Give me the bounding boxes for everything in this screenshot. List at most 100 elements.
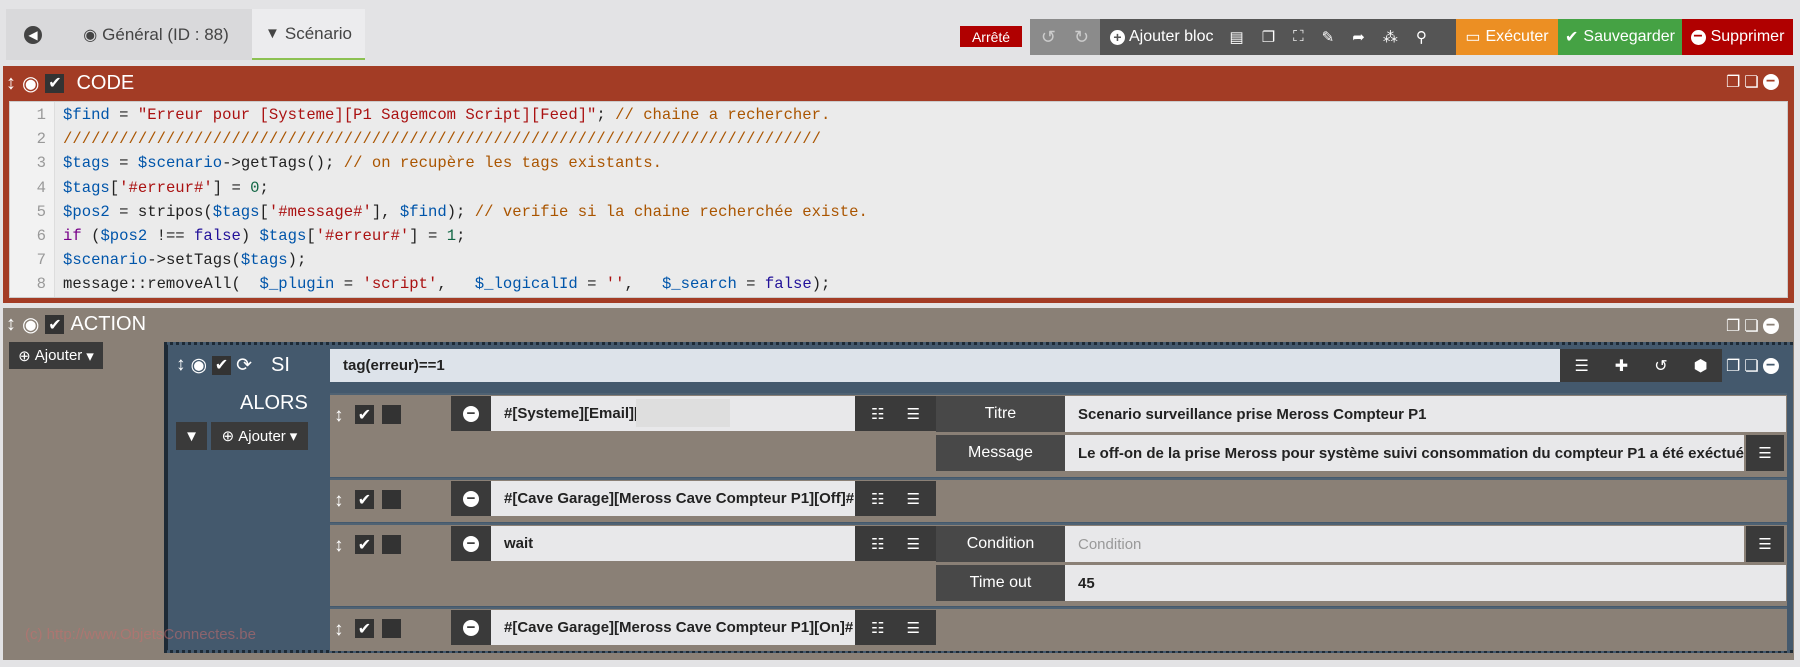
remove-icon[interactable]: −: [1762, 73, 1779, 90]
add-action-dropdown[interactable]: ⊕ Ajouter ▾: [9, 342, 103, 369]
code-line: 2 ///////////////////////////////////////…: [10, 128, 1787, 150]
eye-icon[interactable]: ◉: [191, 354, 208, 377]
move-icon[interactable]: ↕: [334, 405, 344, 427]
copy-icon[interactable]: ❐: [1726, 316, 1740, 336]
paste-icon[interactable]: ❏: [1744, 72, 1758, 92]
edit-toolbar: + Ajouter bloc ▤ ❐ ⛶ ✎ ➦ ⁂ ⚲: [1100, 19, 1456, 55]
dashboard-icon: ◉: [83, 26, 98, 44]
redo-icon[interactable]: ↻: [1074, 27, 1089, 48]
expression-button[interactable]: ☰: [1746, 435, 1784, 471]
undo-icon[interactable]: ↺: [1041, 27, 1056, 48]
puzzle-icon[interactable]: ✚: [1615, 356, 1628, 376]
tasks-icon[interactable]: ☷: [871, 619, 884, 637]
delete-button[interactable]: − Supprimer: [1682, 19, 1793, 55]
paste-icon[interactable]: ❏: [1744, 316, 1758, 336]
code-token: ,: [437, 275, 475, 294]
enable-checkbox[interactable]: ✔: [355, 619, 374, 638]
back-button[interactable]: ◀: [6, 9, 60, 60]
add-then-dropdown[interactable]: ⊕ Ajouter ▾: [211, 422, 308, 450]
line-number: 7: [36, 251, 46, 270]
copy-icon[interactable]: ❐: [1262, 28, 1275, 46]
paste-icon[interactable]: ❏: [1744, 356, 1758, 376]
add-block-button[interactable]: + Ajouter bloc: [1110, 28, 1214, 46]
condition-input[interactable]: tag(erreur)==1: [330, 349, 1560, 382]
code-token: ;: [456, 227, 466, 245]
caret-down-icon: ▾: [86, 347, 94, 365]
expand-icon[interactable]: ⛶: [1293, 28, 1304, 46]
plus-circle-icon: ⊕: [221, 428, 235, 445]
copy-icon[interactable]: ❐: [1726, 356, 1740, 376]
remove-icon[interactable]: −: [1762, 317, 1779, 334]
edit-icon[interactable]: ✎: [1322, 28, 1335, 46]
list-icon[interactable]: ☰: [907, 490, 920, 508]
code-token: = stripos(: [109, 202, 213, 221]
tasks-icon[interactable]: ☷: [871, 405, 884, 423]
parallel-checkbox[interactable]: [382, 405, 401, 424]
action-command-input[interactable]: wait: [491, 526, 855, 561]
remove-action-button[interactable]: −: [451, 526, 491, 561]
remove-action-button[interactable]: −: [451, 396, 491, 431]
action-command-input[interactable]: #[Cave Garage][Meross Cave Compteur P1][…: [491, 610, 855, 645]
enable-checkbox[interactable]: ✔: [45, 315, 65, 334]
history-icon[interactable]: ↺: [1654, 356, 1667, 376]
copy-icon[interactable]: ❐: [1726, 72, 1740, 92]
tasks-icon[interactable]: ☷: [871, 490, 884, 508]
file-icon[interactable]: ▤: [1230, 28, 1244, 46]
move-icon[interactable]: ↕: [176, 354, 186, 376]
action-command-input[interactable]: #[Cave Garage][Meross Cave Compteur P1][…: [491, 481, 855, 516]
code-token: false: [764, 275, 812, 294]
field-input[interactable]: Le off-on de la prise Meross pour systèm…: [1065, 435, 1744, 471]
move-icon[interactable]: ↕: [6, 72, 16, 95]
tasks-icon[interactable]: ☷: [871, 535, 884, 553]
gamepad-icon: ▭: [1465, 29, 1481, 46]
move-icon[interactable]: ↕: [334, 619, 344, 641]
code-editor[interactable]: 1 $find = "Erreur pour [Systeme][P1 Sagem…: [9, 101, 1788, 298]
parallel-checkbox[interactable]: [382, 619, 401, 638]
enable-checkbox[interactable]: ✔: [355, 405, 374, 424]
execute-button[interactable]: ▭ Exécuter: [1456, 19, 1558, 55]
code-token: $tags: [259, 227, 307, 245]
enable-checkbox[interactable]: ✔: [212, 355, 232, 375]
field-input[interactable]: Scenario surveillance prise Meross Compt…: [1065, 396, 1786, 432]
refresh-icon[interactable]: ⟳: [236, 354, 252, 377]
parallel-checkbox[interactable]: [382, 535, 401, 554]
remove-action-button[interactable]: −: [451, 481, 491, 516]
share-icon[interactable]: ➦: [1352, 28, 1365, 46]
remove-action-button[interactable]: −: [451, 610, 491, 645]
list-icon[interactable]: ☰: [1574, 356, 1588, 376]
eye-icon[interactable]: ◉: [22, 312, 39, 337]
eye-icon[interactable]: ◉: [22, 71, 39, 96]
collapse-button[interactable]: ▼: [176, 422, 207, 450]
enable-checkbox[interactable]: ✔: [45, 73, 65, 93]
move-icon[interactable]: ↕: [6, 313, 16, 336]
cubes-icon[interactable]: ⁂: [1383, 28, 1398, 46]
action-tools: ☷ ☰: [855, 396, 936, 431]
move-icon[interactable]: ↕: [334, 490, 344, 512]
cube-icon[interactable]: ⬢: [1694, 356, 1708, 376]
expression-button[interactable]: ☰: [1746, 526, 1784, 562]
enable-checkbox[interactable]: ✔: [355, 490, 374, 509]
list-icon[interactable]: ☰: [907, 619, 920, 637]
list-icon[interactable]: ☰: [907, 535, 920, 553]
field-label: Time out: [936, 565, 1065, 601]
code-token: '#erreur#': [119, 178, 213, 197]
enable-checkbox[interactable]: ✔: [355, 535, 374, 554]
list-icon[interactable]: ☰: [907, 405, 920, 423]
save-button[interactable]: ✔ Sauvegarder: [1558, 19, 1682, 55]
arrow-circle-left-icon: ◀: [24, 25, 42, 44]
field-input[interactable]: 45: [1065, 565, 1786, 601]
code-token: );: [287, 251, 307, 270]
code-token: ,: [624, 275, 662, 294]
remove-icon[interactable]: −: [1762, 357, 1779, 374]
field-input[interactable]: Condition: [1065, 526, 1744, 562]
tab-scenario[interactable]: ▼ Scénario: [252, 9, 365, 60]
code-block-header: ↕ ◉ ✔ CODE: [6, 71, 135, 96]
action-block-header: ↕ ◉ ✔ ACTION: [6, 312, 147, 337]
code-token: (: [81, 227, 101, 245]
search-icon[interactable]: ⚲: [1416, 28, 1427, 46]
tab-general[interactable]: ◉ Général (ID : 88): [60, 9, 252, 60]
parallel-checkbox[interactable]: [382, 490, 401, 509]
move-icon[interactable]: ↕: [334, 535, 344, 557]
code-token: [: [259, 202, 269, 221]
code-line: 3 $tags = $scenario->getTags(); // on rec…: [10, 152, 1787, 174]
